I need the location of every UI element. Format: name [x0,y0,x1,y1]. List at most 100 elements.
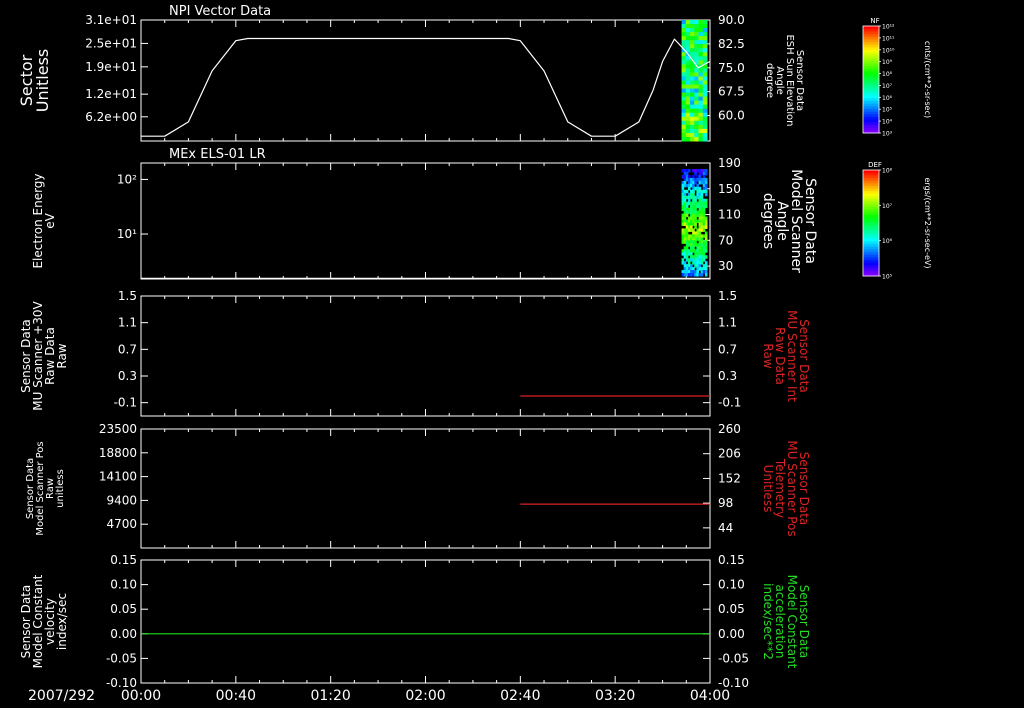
panel-1-spectrogram-cell [690,112,695,118]
panel-1-colorbar-tick-label: 10⁵ [882,107,893,114]
panel-1-spectrogram-cell [694,88,700,94]
panel-1-ytick-label-left: 1.9e+01 [85,60,137,74]
panel-1-spectrogram-cell [698,120,704,126]
panel-1-spectrogram-cell [681,88,687,94]
panel-5-ytick-label-left: 0.00 [110,627,137,641]
panel-1-ylabel-left-line: Unitless [33,49,52,113]
panel-1-spectrogram-cell [685,124,691,130]
panel-2-spectrogram-cell [702,252,706,256]
panel-1-spectrogram-cell [702,80,708,86]
panel-2-spectrogram-cell [694,207,697,212]
panel-2-spectrogram-cell [704,177,708,182]
panel-2-spectrogram-cell [702,213,706,218]
panel-1-spectrogram-cell [702,44,708,49]
panel-2-spectrogram-cell [694,216,697,221]
panel-2-spectrogram-cell [681,258,685,262]
panel-1-spectrogram-cell [690,32,695,37]
panel-1-spectrogram-cell [698,108,704,114]
panel-1-spectrogram-cell [690,64,695,69]
panel-1-spectrogram-cell [685,120,691,126]
panel-4-ylabel-right: Sensor DataMU Scanner PosTelemetryUnitle… [761,440,811,536]
panel-1-spectrogram-cell [698,24,704,29]
panel-1-spectrogram-cell [681,20,687,25]
panel-1-spectrogram-cell [685,108,691,114]
panel-2-spectrogram-cell [698,264,702,268]
panel-2-spectrogram-cell [683,216,687,221]
panel-1-spectrogram-cell [685,76,691,81]
panel-1-spectrogram-cell [698,88,704,94]
panel-1-spectrogram-cell [685,128,691,134]
panel-1-spectrogram-cell [698,68,704,73]
panel-4-ylabel-right-line: Unitless [761,465,775,513]
panel-1-ytick-label-left: 2.5e+01 [85,36,137,50]
panel-2-spectrogram-cell [698,186,702,191]
panel-2-colorbar-tick-label: 10⁶ [882,238,893,245]
panel-1-spectrogram-cell [681,136,687,142]
panel-1-spectrogram-cell [702,100,708,106]
panel-5-ytick-label-left: -0.05 [106,651,137,665]
panel-1-spectrogram-cell [694,112,700,118]
panel-2-spectrogram-cell [690,264,693,268]
panel-2-spectrogram-cell [704,267,708,271]
x-tick-label: 01:20 [310,688,350,704]
panel-1-spectrogram-cell [690,76,695,81]
panel-1-spectrogram-cell [698,36,704,41]
panel-1-spectrogram-cell [702,120,708,126]
panel-4-ytick-label-right: 98 [718,496,733,510]
panel-2-spectrogram-cell [687,198,691,203]
panel-1-ytick-label-left: 3.1e+01 [85,13,137,27]
panel-1-spectrogram-cell [690,96,695,102]
panel-1-spectrogram-cell [702,56,708,61]
panel-1-spectrogram-cell [698,96,704,102]
panel-1-spectrogram-cell [702,20,708,25]
panel-2-spectrogram-cell [704,192,708,197]
panel-1-title: NPI Vector Data [169,4,271,19]
panel-2-spectrogram-cell [685,231,689,235]
panel-1-spectrogram-cell [690,100,695,106]
panel-1-spectrogram-cell [702,104,708,110]
panel-2-spectrogram-cell [692,174,695,179]
panel-1-ytick-label-right: 90.0 [718,13,745,27]
panel-1-spectrogram-cell [698,80,704,86]
panel-2-spectrogram-cell [687,186,691,191]
panel-2-spectrogram-cell [702,228,706,232]
panel-1-spectrogram-cell [694,108,700,114]
panel-5-ytick-label-right: 0.10 [718,578,745,592]
panel-1-spectrogram-cell [681,84,687,90]
panel-1-spectrogram-cell [698,136,704,142]
panel-1-spectrogram-cell [698,92,704,98]
panel-3-ytick-label-right: 1.1 [718,316,737,330]
panel-2-spectrogram-cell [685,171,689,176]
panel-2-spectrogram-cell [685,246,689,250]
panel-2-spectrogram-cell [685,204,689,209]
panel-1-spectrogram-cell [694,72,700,77]
panel-1-spectrogram-cell [685,88,691,94]
panel-1-spectrogram-cell [685,100,691,106]
panel-1-spectrogram-cell [685,112,691,118]
panel-1-spectrogram-cell [685,132,691,138]
x-tick-label: 02:00 [405,688,445,704]
x-tick-label: 00:40 [216,688,256,704]
panel-3-ytick-label-left: 0.3 [118,369,137,383]
panel-2-spectrogram-cell [704,255,708,259]
panel-2-spectrogram-cell [687,261,691,265]
panel-2-spectrogram-cell [685,255,689,259]
panel-2-spectrogram-cell [704,264,708,268]
panel-5-ytick-label-right: -0.05 [718,651,749,665]
panel-1-spectrogram-cell [694,116,700,122]
panel-2-spectrogram-cell [687,169,691,173]
panel-2-spectrogram-cell [704,231,708,235]
panel-1-spectrogram-cell [694,100,700,106]
panel-2-colorbar-unit: ergs/(cm**2-sr-sec-eV) [923,177,932,268]
panel-1-spectrogram-cell [702,72,708,77]
panel-2-spectrogram-cell [694,198,697,203]
panel-2-spectrogram-cell [687,174,691,179]
panel-1-spectrogram-cell [681,132,687,138]
panel-1-spectrogram-cell [681,64,687,69]
panel-1-spectrogram-cell [702,96,708,102]
panel-4-ytick-label-left: 9400 [106,493,137,507]
panel-2-spectrogram-cell [702,258,706,262]
panel-2-spectrogram-cell [692,189,695,194]
panel-1-spectrogram-cell [694,40,700,45]
panel-3-ytick-label-right: 0.3 [718,369,737,383]
